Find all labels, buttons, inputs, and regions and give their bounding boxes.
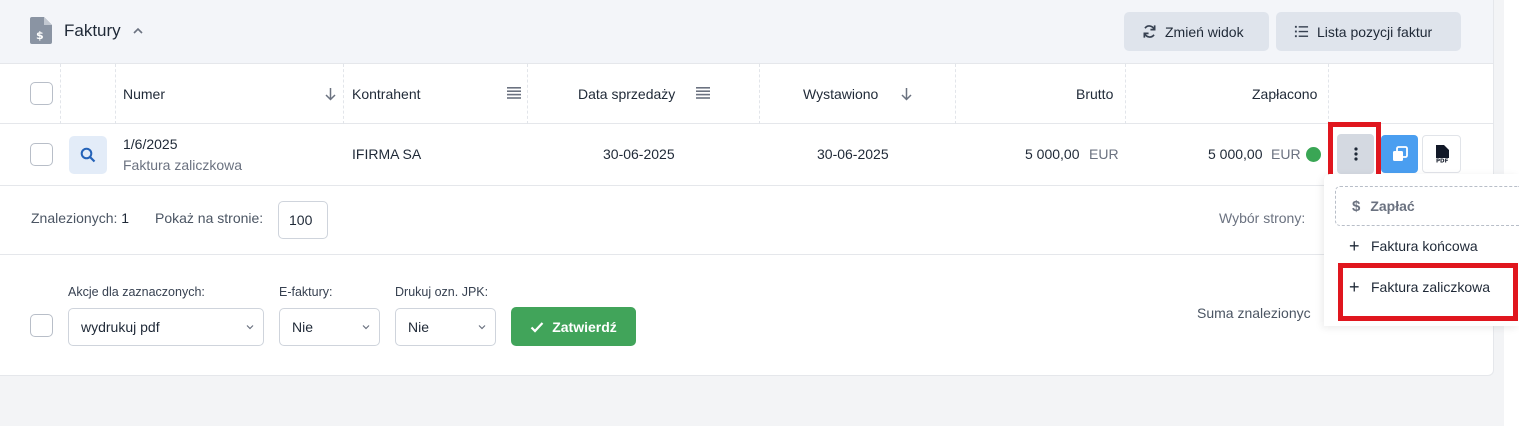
page-title: Faktury <box>64 21 121 40</box>
invoices-header: $ Faktury Zmień widok Lista pozycji fakt… <box>0 0 1493 64</box>
column-header-numer[interactable]: Numer <box>123 64 165 124</box>
efaktury-label: E-faktury: <box>279 285 333 299</box>
paid-currency: EUR <box>1271 146 1301 162</box>
invoice-items-list-button[interactable]: Lista pozycji faktur <box>1276 12 1461 51</box>
per-page-label: Pokaż na stronie: <box>155 210 264 226</box>
invoice-items-list-label: Lista pozycji faktur <box>1317 23 1433 40</box>
pay-menu-item[interactable]: $ Zapłać <box>1335 186 1519 226</box>
sort-down-arrow-icon[interactable] <box>324 87 337 101</box>
change-view-label: Zmień widok <box>1165 23 1244 40</box>
jpk-value: Nie <box>408 319 430 335</box>
svg-text:$: $ <box>36 29 44 42</box>
pay-label: Zapłać <box>1370 198 1415 214</box>
bulk-actions-select[interactable]: wydrukuj pdf <box>68 308 264 346</box>
chevron-up-icon[interactable] <box>132 25 144 37</box>
pdf-download-button[interactable]: PDF <box>1422 135 1461 173</box>
confirm-label: Zatwierdź <box>552 318 617 335</box>
change-view-button[interactable]: Zmień widok <box>1124 12 1269 51</box>
svg-text:PDF: PDF <box>1436 159 1449 164</box>
checkmark-icon <box>530 321 544 333</box>
column-header-data-sprzedazy-label: Data sprzedaży <box>578 86 676 102</box>
results-count-value: 1 <box>121 210 130 226</box>
page-select-label: Wybór strony: <box>1219 210 1306 226</box>
bulk-select-checkbox[interactable] <box>30 314 53 337</box>
column-divider <box>60 64 61 124</box>
column-filter-icon[interactable] <box>696 87 710 99</box>
column-header-zaplacono[interactable]: Zapłacono <box>1252 64 1317 124</box>
column-filter-icon[interactable] <box>507 87 521 99</box>
issue-date: 30-06-2025 <box>817 146 889 162</box>
gross-amount: 5 000,00 <box>1025 146 1080 162</box>
bulk-actions-label: Akcje dla zaznaczonych: <box>68 285 205 299</box>
payment-status-dot <box>1306 147 1321 162</box>
invoice-type: Faktura zaliczkowa <box>123 157 243 173</box>
column-divider <box>1328 64 1329 124</box>
sale-date: 30-06-2025 <box>603 146 675 162</box>
chevron-down-icon <box>246 325 254 330</box>
invoice-number[interactable]: 1/6/2025 <box>123 136 178 152</box>
confirm-button[interactable]: Zatwierdź <box>511 307 636 346</box>
preview-button[interactable] <box>69 136 107 174</box>
chevron-down-icon <box>478 325 486 330</box>
highlight-frame-advance-invoice <box>1338 263 1518 321</box>
column-divider <box>759 64 760 124</box>
jpk-select[interactable]: Nie <box>395 308 496 346</box>
column-header-numer-label: Numer <box>123 86 166 102</box>
invoice-document-icon: $ <box>30 17 52 44</box>
column-header-kontrahent[interactable]: Kontrahent <box>352 64 421 124</box>
dollar-icon: $ <box>1352 197 1361 215</box>
bulk-actions-value: wydrukuj pdf <box>81 319 160 335</box>
list-icon <box>1294 25 1309 38</box>
column-header-kontrahent-label: Kontrahent <box>352 86 421 102</box>
final-invoice-menu-item[interactable]: + Faktura końcowa <box>1349 236 1478 256</box>
chevron-down-icon <box>362 325 370 330</box>
row-checkbox[interactable] <box>30 143 53 166</box>
copy-icon <box>1392 146 1408 161</box>
column-divider <box>1125 64 1126 124</box>
duplicate-button[interactable] <box>1381 135 1418 173</box>
contractor-name: IFIRMA SA <box>352 146 422 162</box>
search-icon <box>80 147 96 163</box>
refresh-icon <box>1143 25 1156 38</box>
column-divider <box>343 64 344 124</box>
section-divider <box>0 254 1493 255</box>
sum-found-label: Suma znalezionyc <box>1197 305 1311 321</box>
jpk-label: Drukuj ozn. JPK: <box>395 285 489 299</box>
column-divider <box>115 64 116 124</box>
column-header-brutto-label: Brutto <box>1076 86 1114 102</box>
pdf-file-icon: PDF <box>1435 145 1449 163</box>
results-count: Znalezionych: 1 <box>31 210 129 226</box>
plus-icon: + <box>1349 236 1360 256</box>
column-header-zaplacono-label: Zapłacono <box>1252 86 1318 102</box>
efaktury-value: Nie <box>292 319 314 335</box>
sort-down-arrow-icon[interactable] <box>900 87 913 101</box>
select-all-checkbox[interactable] <box>30 82 53 105</box>
results-count-label: Znalezionych: <box>31 210 118 226</box>
table-row <box>0 124 1493 186</box>
column-header-wystawiono-label: Wystawiono <box>803 86 879 102</box>
final-invoice-label: Faktura końcowa <box>1371 238 1478 254</box>
column-divider <box>527 64 528 124</box>
column-header-brutto[interactable]: Brutto <box>1076 64 1113 124</box>
paid-amount: 5 000,00 <box>1208 146 1263 162</box>
column-divider <box>955 64 956 124</box>
column-header-data-sprzedazy[interactable]: Data sprzedaży <box>578 64 675 124</box>
column-header-wystawiono[interactable]: Wystawiono <box>803 64 878 124</box>
per-page-input[interactable]: 100 <box>278 201 328 239</box>
efaktury-select[interactable]: Nie <box>279 308 380 346</box>
gross-currency: EUR <box>1089 146 1119 162</box>
